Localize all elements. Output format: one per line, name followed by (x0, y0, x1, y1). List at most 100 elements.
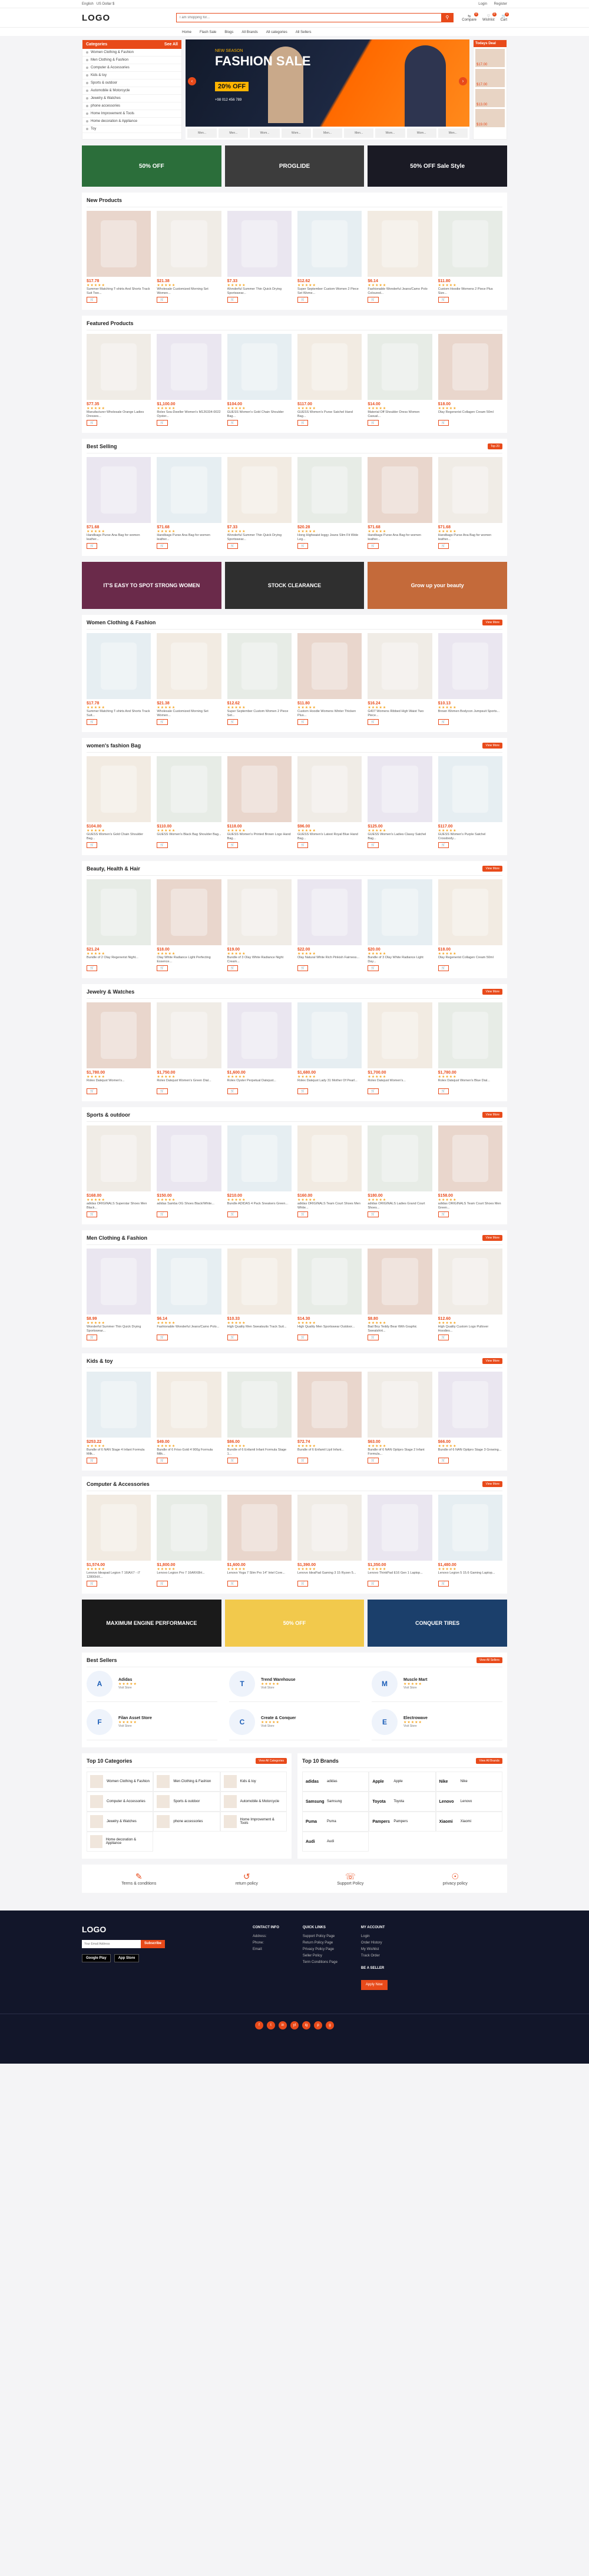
product-name[interactable]: Olay Regenerist Collagen Cream 50ml (438, 410, 502, 419)
product-image[interactable] (227, 1249, 292, 1315)
add-to-cart-button[interactable]: 🛒 (438, 1581, 449, 1587)
nav-link[interactable]: Flash Sale (200, 31, 216, 34)
top-category-item[interactable]: Automobile & Motorcycle (220, 1792, 287, 1812)
product-image[interactable] (368, 1002, 432, 1068)
nav-link[interactable]: Home (182, 31, 191, 34)
promo-banner[interactable]: PROGLIDE (224, 145, 365, 187)
top-brand-item[interactable]: Audi Audi (302, 1832, 369, 1852)
product-card[interactable]: $18.00 ★★★★★ Olay Regenerist Collagen Crea… (438, 879, 502, 971)
footer-link[interactable]: Order History (361, 1940, 388, 1946)
top-category-item[interactable]: Kids & toy (220, 1772, 287, 1792)
social-icon[interactable]: yt (290, 2021, 299, 2029)
footer-logo[interactable]: LOGO (82, 1925, 229, 1934)
add-to-cart-button[interactable]: 🛒 (368, 1581, 379, 1587)
product-image[interactable] (297, 1125, 362, 1191)
product-card[interactable]: $8.99 ★★★★★ Wonderful Summer Thin Quick Dr… (87, 1249, 151, 1340)
slider-thumb[interactable]: Wom... (375, 128, 405, 138)
product-name[interactable]: Lenovo IdeaPad Gaming 3 15 Ryzen 5... (297, 1571, 362, 1580)
product-card[interactable]: $71.68 ★★★★★ Handbags Purse Ana Bag for wo… (87, 457, 151, 549)
policy-link[interactable]: ☏ Support Policy (337, 1872, 363, 1886)
product-image[interactable] (438, 1249, 502, 1315)
product-image[interactable] (227, 1372, 292, 1438)
product-card[interactable]: $1,750.00 ★★★★★ Rolex Datejust Women's Gre… (157, 1002, 221, 1094)
product-name[interactable]: Bad Boy Teddy Bear With Graphic Sweatshi… (368, 1325, 432, 1333)
policy-link[interactable]: ↺ return policy (236, 1872, 258, 1886)
add-to-cart-button[interactable]: 🛒 (87, 1458, 98, 1464)
add-to-cart-button[interactable]: 🛒 (438, 1211, 449, 1217)
add-to-cart-button[interactable]: 🛒 (87, 1581, 98, 1587)
product-card[interactable]: $1,600.00 ★★★★★ Lenovo Yoga 7 Slim Pro 14"… (227, 1495, 292, 1587)
top-category-item[interactable]: Computer & Accessories (87, 1792, 154, 1812)
product-image[interactable] (87, 1125, 151, 1191)
product-card[interactable]: $118.00 ★★★★★ GUESS Women's Printed Brown … (227, 756, 292, 848)
product-card[interactable]: $86.00 ★★★★★ Bundle of 6 Enfamil Infant Fo… (227, 1372, 292, 1464)
wishlist-button[interactable]: ♡ 0 Wishlist (482, 12, 497, 22)
product-image[interactable] (438, 633, 502, 699)
visit-store-link[interactable]: Visit Store (261, 1724, 296, 1728)
add-to-cart-button[interactable]: 🛒 (368, 1335, 379, 1340)
category-item[interactable]: Computer & Accessories (82, 64, 181, 72)
add-to-cart-button[interactable]: 🛒 (157, 1211, 168, 1217)
product-card[interactable]: $14.00 ★★★★★ Material Off Shoulder Dress W… (368, 334, 432, 426)
add-to-cart-button[interactable]: 🛒 (227, 965, 238, 971)
product-card[interactable]: $253.22 ★★★★★ Bundle of 6 NAN Stage 4 Infa… (87, 1372, 151, 1464)
product-image[interactable] (368, 1249, 432, 1315)
slider-thumb[interactable]: Men... (438, 128, 468, 138)
top-brand-item[interactable]: Samsung Samsung (302, 1792, 369, 1812)
seller-card[interactable]: F Filan Asset Store ★★★★★ Visit Store (87, 1709, 217, 1740)
product-image[interactable] (297, 879, 362, 945)
add-to-cart-button[interactable]: 🛒 (297, 1088, 309, 1094)
product-name[interactable]: Wholesale Customized Morning Set Women..… (157, 710, 221, 718)
top-brand-item[interactable]: Pampers Pampers (369, 1812, 436, 1832)
product-name[interactable]: Rolex Datejust Women's Blue Dial... (438, 1079, 502, 1087)
product-image[interactable] (157, 756, 221, 822)
top-brand-item[interactable]: adidas adidas (302, 1772, 369, 1792)
add-to-cart-button[interactable]: 🛒 (368, 297, 379, 303)
product-name[interactable]: Super September Custom Women 2 Piece Set… (297, 287, 362, 296)
product-image[interactable] (368, 211, 432, 277)
top-brand-item[interactable]: Puma Puma (302, 1812, 369, 1832)
add-to-cart-button[interactable]: 🛒 (297, 842, 309, 848)
product-image[interactable] (297, 756, 362, 822)
product-image[interactable] (157, 1249, 221, 1315)
product-name[interactable]: Lenovo Ideapad Legion 7 16IAX7 - i7 1280… (87, 1571, 151, 1580)
product-image[interactable] (87, 1372, 151, 1438)
product-name[interactable]: Bundle ADIDAS 4 Pack Sneakers Green... (227, 1202, 292, 1210)
policy-link[interactable]: ☉ privacy policy (443, 1872, 468, 1886)
add-to-cart-button[interactable]: 🛒 (297, 1458, 309, 1464)
product-image[interactable] (438, 1372, 502, 1438)
product-image[interactable] (157, 1002, 221, 1068)
add-to-cart-button[interactable]: 🛒 (227, 543, 238, 549)
product-card[interactable]: $1,480.00 ★★★★★ Lenovo Legion 5 15.6 Gamin… (438, 1495, 502, 1587)
product-image[interactable] (87, 879, 151, 945)
add-to-cart-button[interactable]: 🛒 (157, 420, 168, 426)
add-to-cart-button[interactable]: 🛒 (438, 965, 449, 971)
product-name[interactable]: Lenovo ThinkPad E16 Gen 1 Laptop... (368, 1571, 432, 1580)
product-name[interactable]: Wonderful Summer Thin Quick Drying Sport… (227, 287, 292, 296)
product-card[interactable]: $21.38 ★★★★★ Wholesale Customized Morning … (157, 211, 221, 303)
add-to-cart-button[interactable]: 🛒 (297, 543, 309, 549)
product-image[interactable] (227, 879, 292, 945)
nav-link[interactable]: Blogs (224, 31, 233, 34)
product-card[interactable]: $18.00 ★★★★★ Olay Regenerist Collagen Crea… (438, 334, 502, 426)
product-image[interactable] (368, 633, 432, 699)
search-button[interactable]: ⚲ (441, 14, 454, 22)
nav-link[interactable]: All Sellers (296, 31, 312, 34)
category-item[interactable]: Jewelry & Watches (82, 95, 181, 102)
product-name[interactable]: GUESS Women's Gold Chain Shoulder Bag... (87, 833, 151, 841)
product-image[interactable] (87, 457, 151, 523)
add-to-cart-button[interactable]: 🛒 (227, 1088, 238, 1094)
product-name[interactable]: Bundle of 3 Olay White Radiance Night Cr… (227, 956, 292, 964)
product-name[interactable]: Fashionable Wonderful Jeans/Camo Polo Co… (368, 287, 432, 296)
product-name[interactable]: Bundle of 2 Olay Regenerist Night... (87, 956, 151, 964)
product-card[interactable]: $160.00 ★★★★★ adidas ORIGINALS Team Court … (297, 1125, 362, 1217)
add-to-cart-button[interactable]: 🛒 (227, 1211, 238, 1217)
view-more-button[interactable]: View More (482, 1481, 502, 1487)
product-name[interactable]: Lenovo Legion 5 15.6 Gaming Laptop... (438, 1571, 502, 1580)
product-card[interactable]: $66.00 ★★★★★ Bundle of 6 NAN Optipro Stage… (438, 1372, 502, 1464)
product-name[interactable]: Bundle of 6 NAN Optipro Stage 3 Growing.… (438, 1448, 502, 1456)
add-to-cart-button[interactable]: 🛒 (297, 719, 309, 725)
product-name[interactable]: Handbags Purse Ana Bag for women leather… (157, 534, 221, 542)
product-card[interactable]: $63.00 ★★★★★ Bundle of 6 NAN Optipro Stage… (368, 1372, 432, 1464)
add-to-cart-button[interactable]: 🛒 (438, 543, 449, 549)
